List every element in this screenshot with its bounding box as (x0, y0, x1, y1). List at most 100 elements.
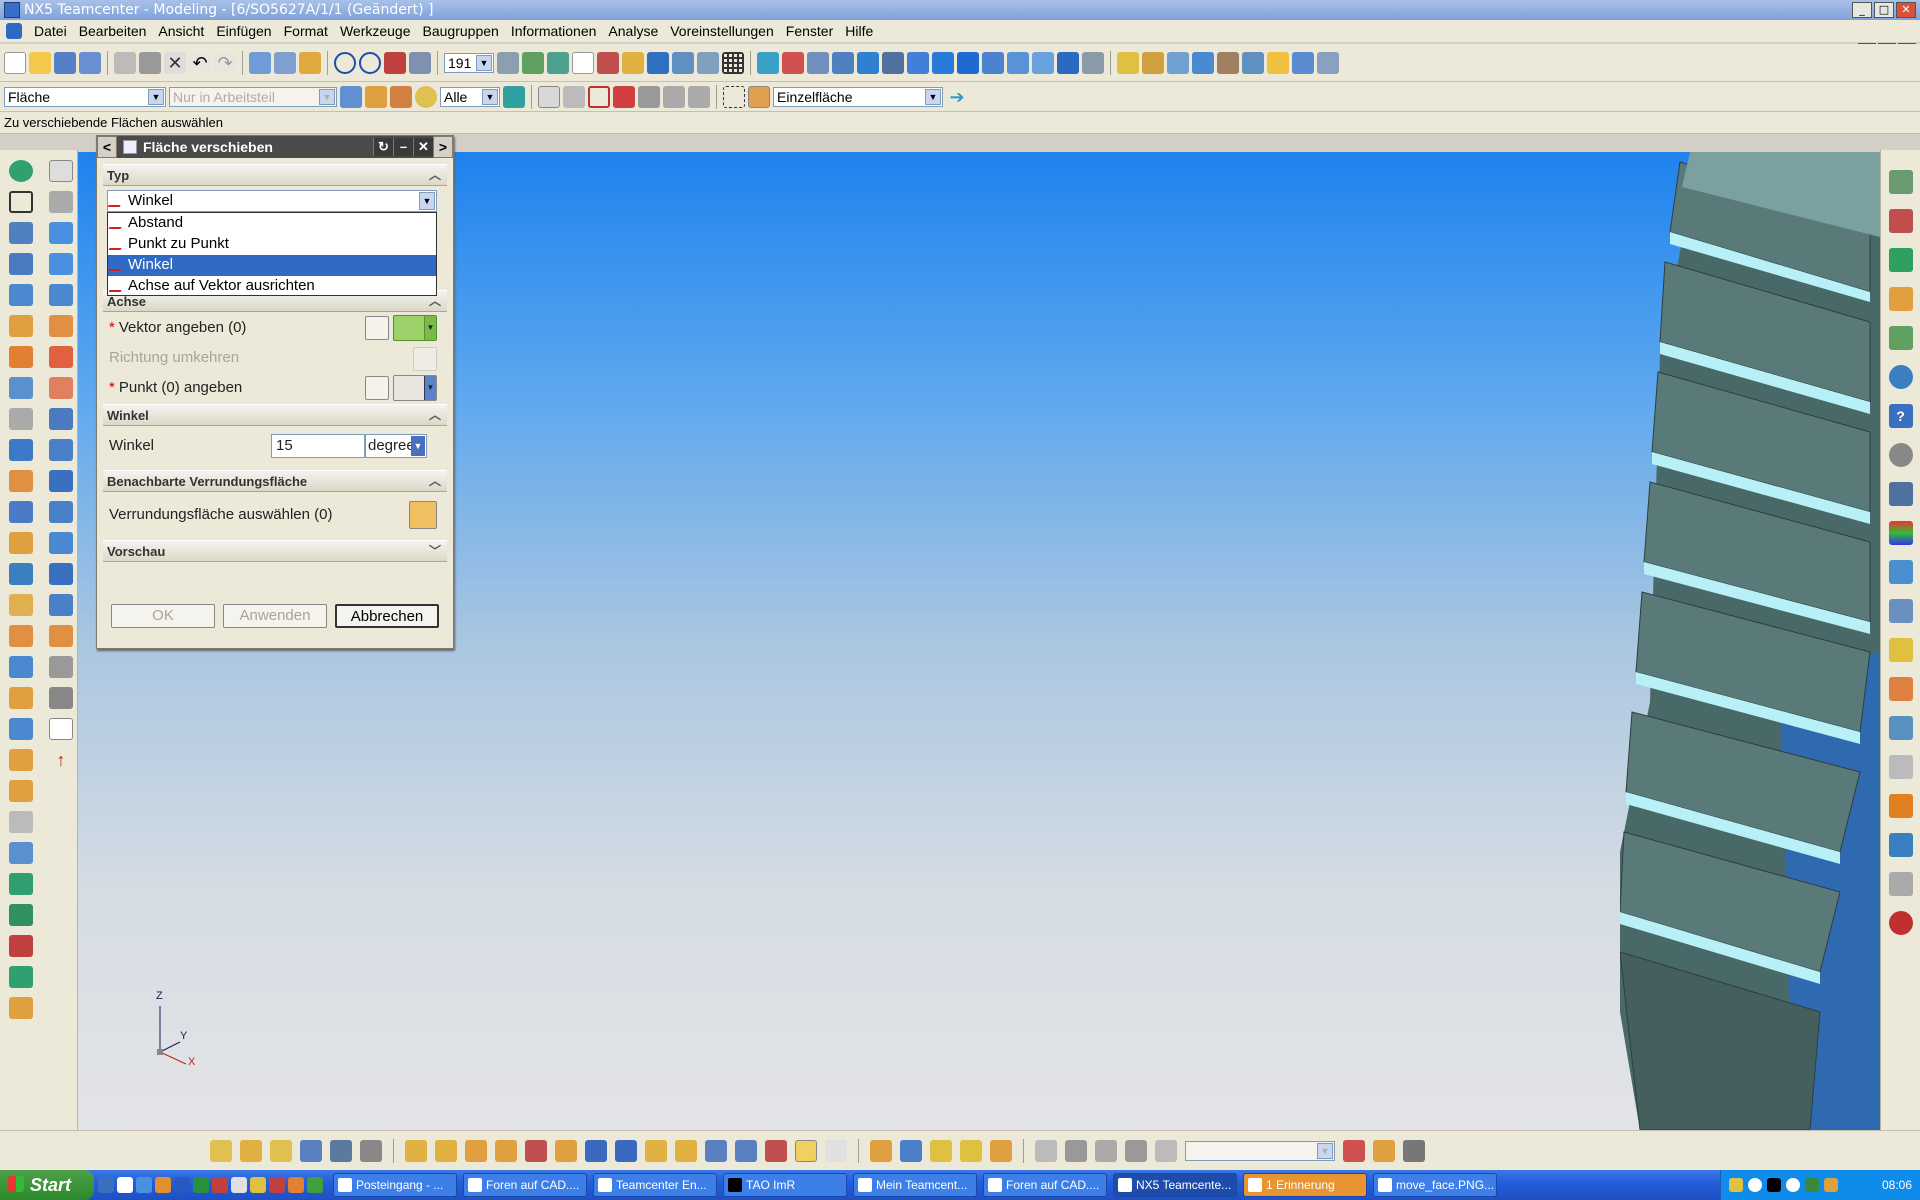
through-curves-icon[interactable] (49, 470, 73, 492)
datum-plane-icon[interactable] (49, 160, 73, 182)
sketch-icon[interactable] (572, 51, 594, 74)
zoom-icon[interactable] (832, 51, 854, 74)
chevron-up-icon[interactable]: ︿ (429, 165, 441, 186)
snap-intersection-icon[interactable] (613, 85, 635, 108)
resize-icon[interactable] (9, 904, 33, 926)
chevron-down-icon[interactable]: ▼ (476, 54, 492, 71)
task-posteingang[interactable]: Posteingang - ... (333, 1173, 457, 1197)
close-button[interactable]: ✕ (1896, 2, 1916, 18)
snap-options-icon[interactable] (622, 51, 644, 74)
task-move-face-png[interactable]: move_face.PNG... (1373, 1173, 1497, 1197)
task-erinnerung[interactable]: 1 Erinnerung (1243, 1173, 1367, 1197)
chevron-down-icon[interactable]: ▼ (482, 88, 498, 105)
trim-body-icon[interactable] (9, 563, 33, 585)
add-component-icon[interactable] (240, 1139, 262, 1162)
option-punkt-zu-punkt[interactable]: Punkt zu Punkt (108, 234, 436, 255)
apply-button[interactable]: Anwenden (223, 604, 327, 628)
unite-icon[interactable] (9, 470, 33, 492)
menu-werkzeuge[interactable]: Werkzeuge (334, 20, 417, 42)
shell-icon[interactable] (9, 656, 33, 678)
forward-icon[interactable] (1373, 1139, 1395, 1162)
reuse-library-icon[interactable] (1888, 287, 1913, 311)
remove-icon[interactable] (525, 1139, 547, 1162)
process-studio-icon[interactable] (1888, 482, 1913, 506)
clone-icon[interactable] (555, 1139, 577, 1162)
point-constructor-icon[interactable] (365, 376, 389, 400)
layer-settings-icon[interactable] (497, 51, 519, 74)
layer-move-icon[interactable] (547, 51, 569, 74)
dimension-icon[interactable] (384, 51, 406, 74)
annotation-icon[interactable] (990, 1139, 1012, 1162)
ruler-icon[interactable] (1117, 51, 1139, 74)
mirror-icon[interactable] (9, 718, 33, 740)
new-file-icon[interactable] (4, 51, 26, 74)
draft-icon[interactable] (49, 315, 73, 337)
wcs-icon[interactable] (359, 51, 381, 74)
isometric-view-icon[interactable] (957, 51, 979, 74)
datum-axis-icon[interactable] (49, 191, 73, 213)
wave-icon[interactable] (405, 1139, 427, 1162)
palette-icon[interactable] (415, 85, 437, 108)
intersect-icon[interactable] (9, 532, 33, 554)
constraint-navigator-icon[interactable] (1888, 209, 1913, 233)
display-part-icon[interactable] (795, 1139, 817, 1162)
tree-icon[interactable] (1095, 1139, 1117, 1162)
refresh-icon[interactable] (757, 51, 779, 74)
constrain-face-icon[interactable] (9, 997, 33, 1019)
extend-icon[interactable] (49, 594, 73, 616)
reset-filter-icon[interactable] (365, 85, 387, 108)
mate-icon[interactable] (300, 1139, 322, 1162)
task-teamcenter-en[interactable]: Teamcenter En... (593, 1173, 717, 1197)
options-icon[interactable] (1155, 1139, 1177, 1162)
snap-center-icon[interactable] (588, 85, 610, 108)
hole-icon[interactable] (9, 315, 33, 337)
snap-quadrant-icon[interactable] (688, 85, 710, 108)
render-style-icon[interactable] (1082, 51, 1104, 74)
display-edit-icon[interactable] (274, 51, 296, 74)
menu-datei[interactable]: Datei (28, 20, 73, 42)
open-folder-icon[interactable] (29, 51, 51, 74)
sync-icon[interactable] (9, 873, 33, 895)
tool-settings-icon[interactable] (1035, 1139, 1057, 1162)
winkel-unit-select[interactable]: degrees ▼ (365, 434, 427, 458)
mesh-icon[interactable] (49, 501, 73, 523)
warning-icon[interactable] (288, 1177, 304, 1193)
tray-security-icon[interactable] (1805, 1178, 1819, 1192)
thread-icon[interactable] (9, 408, 33, 430)
curve-icon[interactable] (597, 51, 619, 74)
web-browser-icon[interactable] (1888, 365, 1913, 389)
winkel-input[interactable]: 15 (271, 434, 365, 458)
system-materials-icon[interactable] (1888, 599, 1913, 623)
menu-analyse[interactable]: Analyse (602, 20, 664, 42)
tray-network-icon[interactable] (1748, 1178, 1762, 1192)
maximize-button[interactable]: □ (1874, 2, 1894, 18)
rectangle-select-icon[interactable] (723, 85, 745, 108)
chevron-down-icon[interactable]: ▼ (411, 436, 425, 456)
select-face-icon[interactable] (409, 501, 437, 529)
part-model[interactable] (1620, 152, 1880, 1130)
user-icon[interactable] (1888, 677, 1913, 701)
edge-blend-icon[interactable] (49, 346, 73, 368)
layer-visible-icon[interactable] (522, 51, 544, 74)
feature-group-icon[interactable] (503, 85, 525, 108)
cube-icon[interactable] (49, 222, 73, 244)
chevron-down-icon[interactable]: ﹀ (429, 541, 441, 562)
excel-icon[interactable] (193, 1177, 209, 1193)
interference-icon[interactable] (735, 1139, 757, 1162)
rectangle-tool-icon[interactable] (9, 191, 33, 213)
analysis-icon[interactable] (1142, 51, 1164, 74)
point-inferred-button[interactable]: ▼ (393, 375, 437, 401)
boss-icon[interactable] (9, 346, 33, 368)
menu-voreinstellungen[interactable]: Voreinstellungen (664, 20, 780, 42)
delete-face-icon[interactable] (9, 935, 33, 957)
clearance-icon[interactable] (765, 1139, 787, 1162)
type-select[interactable]: Winkel ▼ (107, 190, 437, 212)
display-icon[interactable] (1292, 51, 1314, 74)
assembly-icon[interactable] (1167, 51, 1189, 74)
pad-icon[interactable] (9, 439, 33, 461)
powerpoint-icon[interactable] (212, 1177, 228, 1193)
shaded-icon[interactable] (1057, 51, 1079, 74)
pattern-icon[interactable] (9, 687, 33, 709)
gauge-icon[interactable] (49, 687, 73, 709)
pattern-face-icon[interactable] (9, 966, 33, 988)
